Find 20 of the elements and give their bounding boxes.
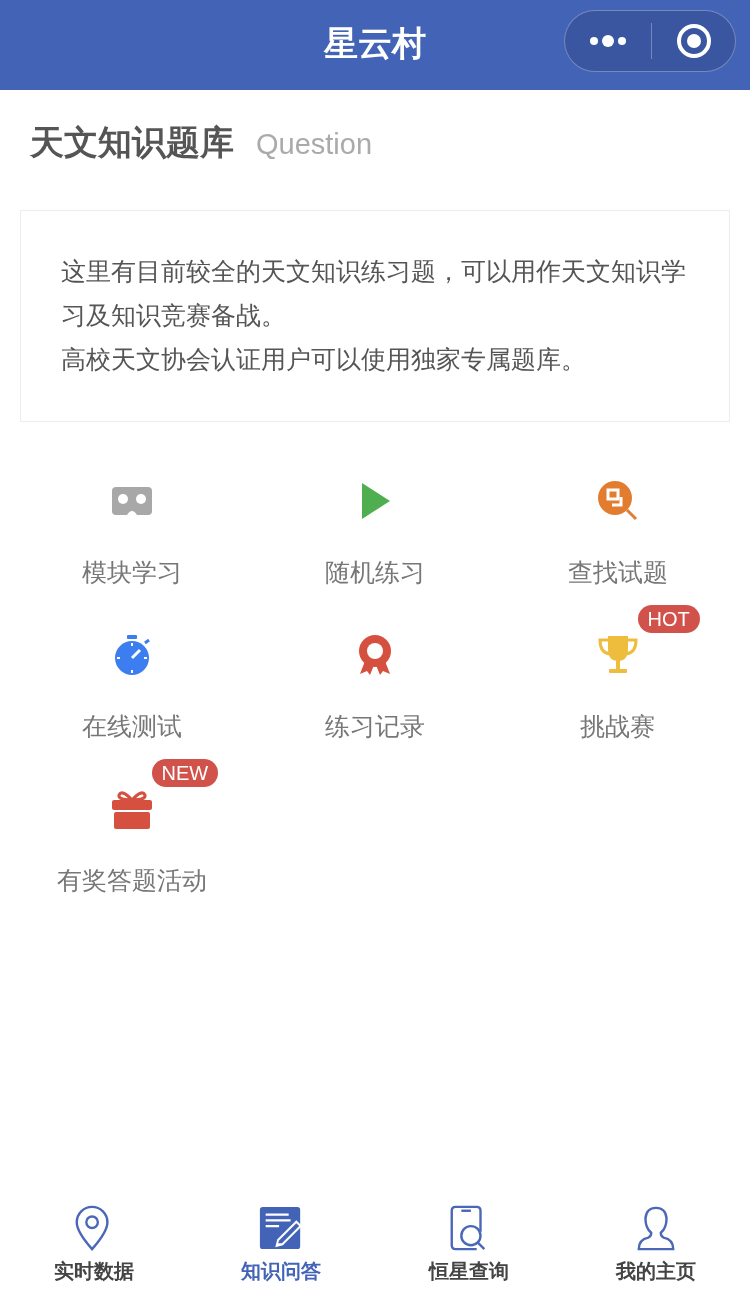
tab[interactable]: 我的主页 — [562, 1193, 750, 1285]
feature-label[interactable]: 模块学习 — [81, 557, 182, 587]
tab[interactable]: 恒星查询 — [375, 1193, 563, 1285]
feature-label[interactable]: 在线测试 — [81, 711, 182, 741]
badge: NEW — [151, 759, 219, 787]
feature-label[interactable]: 随机练习 — [324, 557, 425, 587]
feature-label[interactable]: 查找试题 — [567, 557, 668, 587]
tab[interactable]: 实时数据 — [0, 1193, 188, 1285]
intro-text: 这里有目前较全的天文知识练习题，可以用作天文知识学习及知识竞赛备战。 — [61, 256, 687, 331]
more-icon[interactable] — [589, 34, 629, 48]
feature-label[interactable]: 有奖答题活动 — [56, 865, 207, 895]
feature-label[interactable]: 挑战赛 — [580, 711, 655, 741]
feature-label[interactable]: 练习记录 — [324, 711, 425, 741]
app-title: 星云村 — [324, 23, 426, 64]
tab[interactable]: 知识问答 — [187, 1193, 375, 1285]
intro-text: 高校天文协会认证用户可以使用独家专属题库。 — [61, 344, 587, 375]
badge: HOT — [637, 605, 700, 633]
section-subtitle: Question — [256, 128, 373, 161]
section-title: 天文知识题库 — [30, 122, 234, 163]
search-icon[interactable] — [595, 479, 640, 523]
